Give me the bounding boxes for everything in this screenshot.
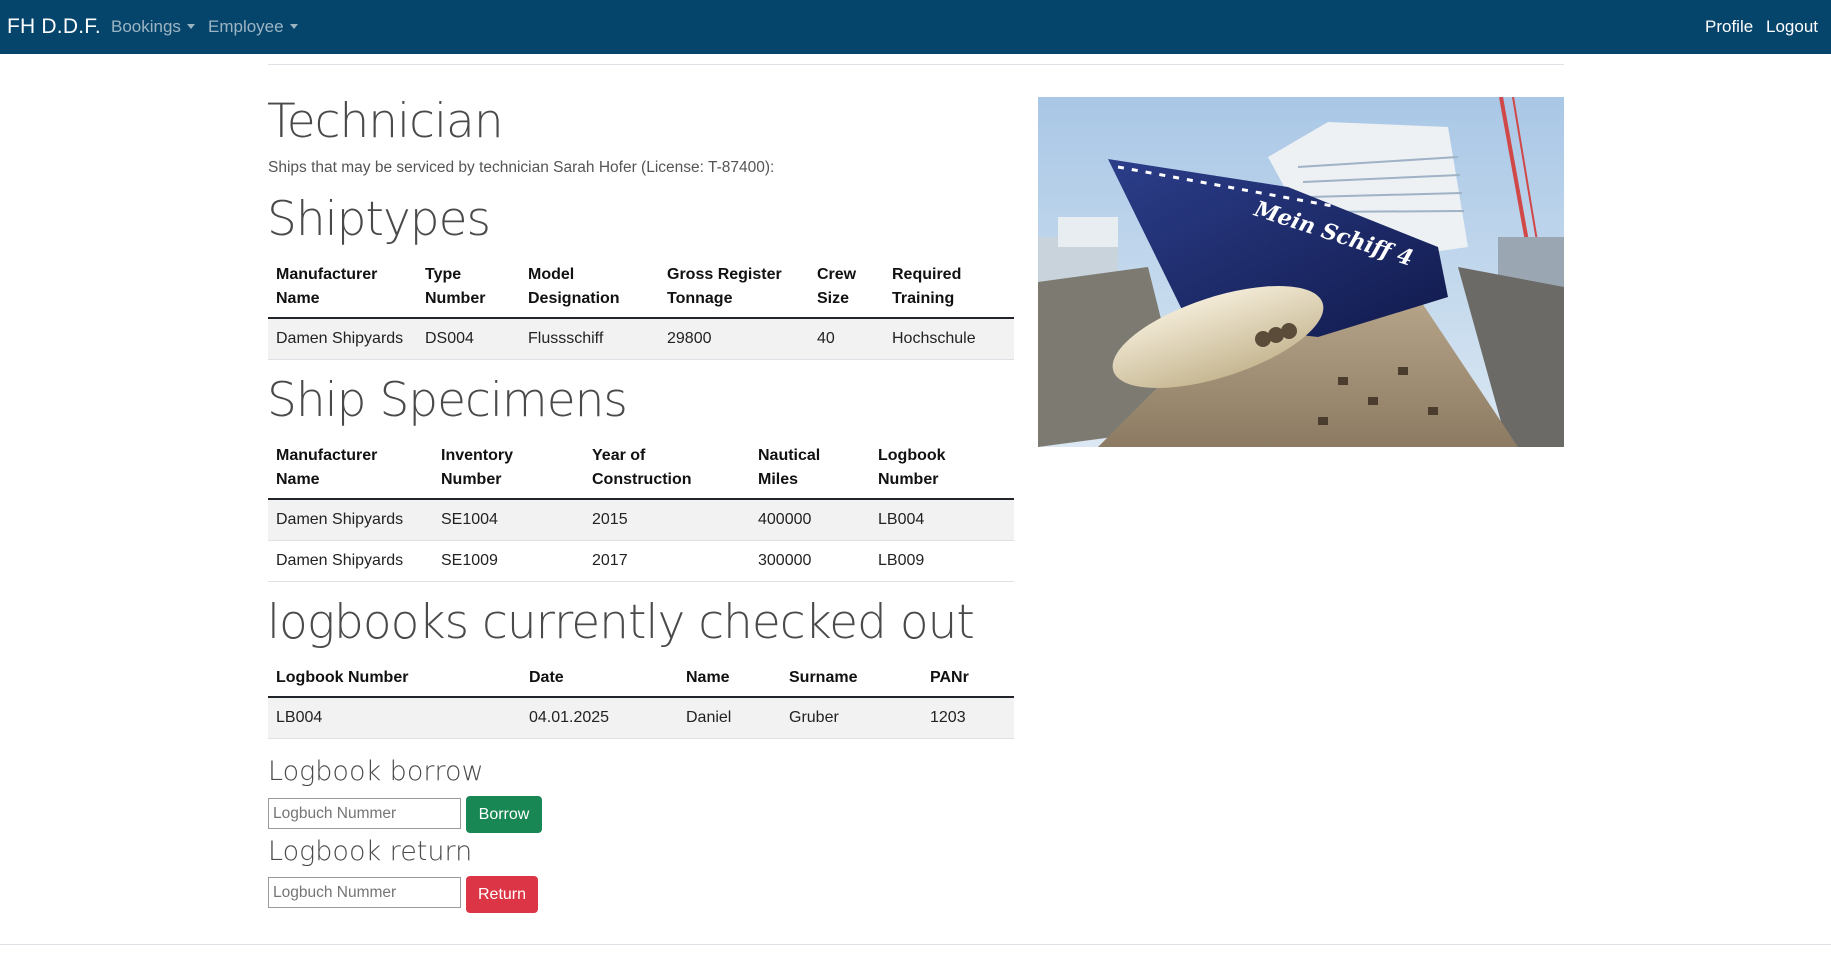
nav-bookings-label: Bookings xyxy=(111,17,181,36)
cell: DS004 xyxy=(417,318,520,360)
col-name: Name xyxy=(678,664,781,698)
table-row: LB004 04.01.2025 Daniel Gruber 1203 xyxy=(268,697,1014,739)
cell: Damen Shipyards xyxy=(268,499,433,541)
col-logbook-number: Logbook Number xyxy=(268,664,521,698)
caret-down-icon xyxy=(289,24,298,29)
cell: LB009 xyxy=(870,540,1014,582)
cell: 2015 xyxy=(584,499,750,541)
table-row: Damen Shipyards DS004 Flussschiff 29800 … xyxy=(268,318,1014,360)
borrow-heading: Logbook borrow xyxy=(268,756,484,787)
cell: 400000 xyxy=(750,499,870,541)
cell: 04.01.2025 xyxy=(521,697,678,739)
col-manufacturer-name: Manufacturer Name xyxy=(268,263,417,319)
col-year-of-construction: Year of Construction xyxy=(584,444,750,500)
specimens-table: Manufacturer Name Inventory Number Year of… xyxy=(268,444,1014,582)
nav-employee-dropdown[interactable]: Employee xyxy=(208,17,298,37)
col-logbook-number: Logbook Number xyxy=(870,444,1014,500)
logbooks-heading: logbooks currently checked out xyxy=(267,595,975,650)
specimens-heading: Ship Specimens xyxy=(267,373,628,428)
cell: LB004 xyxy=(268,697,521,739)
page-title: Technician xyxy=(267,94,504,149)
page-subtitle: Ships that may be serviced by technician… xyxy=(268,159,775,176)
col-required-training: Required Training xyxy=(884,263,1014,319)
table-row: Damen Shipyards SE1009 2017 300000 LB009 xyxy=(268,540,1014,582)
cell: 1203 xyxy=(922,697,1014,739)
cell: SE1004 xyxy=(433,499,584,541)
nav-profile-link[interactable]: Profile xyxy=(1705,17,1753,37)
cell: 2017 xyxy=(584,540,750,582)
top-divider xyxy=(268,64,1564,65)
ship-drydock-image: Mein Schiff 4 xyxy=(1038,97,1564,447)
col-type-number: Type Number xyxy=(417,263,520,319)
nav-logout-link[interactable]: Logout xyxy=(1766,17,1818,37)
col-surname: Surname xyxy=(781,664,922,698)
col-panr: PANr xyxy=(922,664,1014,698)
table-row: Damen Shipyards SE1004 2015 400000 LB004 xyxy=(268,499,1014,541)
cell: Hochschule xyxy=(884,318,1014,360)
cell: 29800 xyxy=(659,318,809,360)
return-heading: Logbook return xyxy=(268,836,473,867)
caret-down-icon xyxy=(186,24,195,29)
col-manufacturer-name: Manufacturer Name xyxy=(268,444,433,500)
cell: Gruber xyxy=(781,697,922,739)
brand-link[interactable]: FH D.D.F. xyxy=(7,15,101,39)
nav-bookings-dropdown[interactable]: Bookings xyxy=(111,17,195,37)
shiptypes-heading: Shiptypes xyxy=(267,192,491,247)
cell: Daniel xyxy=(678,697,781,739)
col-model-designation: Model Designation xyxy=(520,263,659,319)
col-date: Date xyxy=(521,664,678,698)
cell: 300000 xyxy=(750,540,870,582)
cell: Flussschiff xyxy=(520,318,659,360)
borrow-button[interactable]: Borrow xyxy=(466,796,542,833)
cell: Damen Shipyards xyxy=(268,540,433,582)
nav-employee-label: Employee xyxy=(208,17,284,36)
col-nautical-miles: Nautical Miles xyxy=(750,444,870,500)
footer-divider xyxy=(0,944,1831,945)
navbar: FH D.D.F. Bookings Employee Profile Logo… xyxy=(0,0,1831,54)
borrow-logbook-input[interactable] xyxy=(268,798,461,829)
col-gross-register-tonnage: Gross Register Tonnage xyxy=(659,263,809,319)
cell: 40 xyxy=(809,318,884,360)
cell: SE1009 xyxy=(433,540,584,582)
cell: Damen Shipyards xyxy=(268,318,417,360)
return-logbook-input[interactable] xyxy=(268,877,461,908)
col-inventory-number: Inventory Number xyxy=(433,444,584,500)
shiptypes-table: Manufacturer Name Type Number Model Designa… xyxy=(268,263,1014,360)
col-crew-size: Crew Size xyxy=(809,263,884,319)
logbooks-table: Logbook Number Date Name Surname PANr LB… xyxy=(268,664,1014,739)
ship-photo: Mein Schiff 4 xyxy=(1038,97,1564,447)
cell: LB004 xyxy=(870,499,1014,541)
return-button[interactable]: Return xyxy=(466,876,538,913)
